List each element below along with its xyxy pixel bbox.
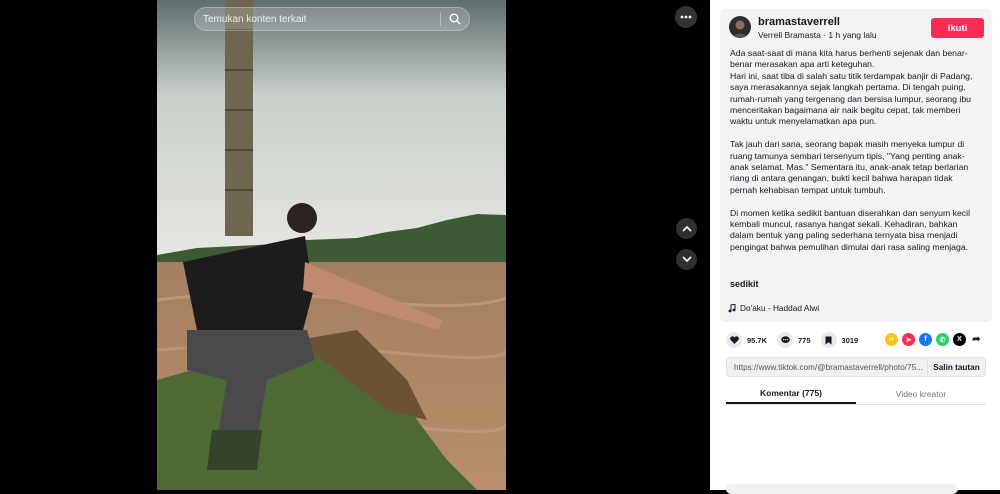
embed-icon[interactable]: ‹› <box>885 333 898 346</box>
heart-icon <box>729 336 739 344</box>
comment-count: 775 <box>798 335 811 345</box>
post-detail-panel: bramastaverrell Verrell Bramasta · 1 h y… <box>710 0 1000 490</box>
chevron-up-icon <box>681 225 692 232</box>
post-caption: Ada saat-saat di mana kita harus berhent… <box>730 48 988 265</box>
post-url[interactable]: https://www.tiktok.com/@bramastaverrell/… <box>727 363 927 372</box>
search-icon <box>449 13 461 25</box>
copy-link-button[interactable]: Salin tautan <box>927 357 985 377</box>
copy-link-box: https://www.tiktok.com/@bramastaverrell/… <box>726 357 986 377</box>
next-post-button[interactable] <box>676 249 697 270</box>
search-button[interactable] <box>441 7 469 31</box>
related-search-bar <box>194 7 470 31</box>
comment-icon <box>780 336 790 343</box>
caption-paragraph: Di momen ketika sedikit bantuan diserahk… <box>730 207 970 252</box>
facebook-icon[interactable]: f <box>919 333 932 346</box>
like-count: 95.7K <box>747 335 768 345</box>
display-name: Verrell Bramasta <box>758 30 821 40</box>
music-link[interactable]: Do'aku - Haddad Alwi <box>728 303 819 313</box>
send-to-friends-icon[interactable]: ➤ <box>902 333 915 346</box>
comment-tabs: Komentar (775) Video kreator <box>726 383 986 405</box>
follow-button[interactable]: Ikuti <box>931 18 984 38</box>
bookmark-icon <box>825 336 832 344</box>
tab-comments[interactable]: Komentar (775) <box>726 383 856 404</box>
more-options-button[interactable] <box>675 6 697 28</box>
share-arrow-icon[interactable]: ➦ <box>970 333 983 346</box>
post-photo[interactable] <box>157 0 506 490</box>
x-twitter-icon[interactable]: X <box>953 333 966 346</box>
previous-post-button[interactable] <box>676 218 697 239</box>
music-title: Do'aku - Haddad Alwi <box>740 303 820 313</box>
username[interactable]: bramastaverrell <box>758 16 840 28</box>
bookmark-button[interactable]: 3019 <box>820 332 859 348</box>
chevron-down-icon <box>681 256 692 263</box>
like-button[interactable]: 95.7K <box>726 332 767 348</box>
related-search-input[interactable] <box>195 13 440 25</box>
avatar[interactable] <box>729 16 751 38</box>
engagement-stats: 95.7K 775 3019 <box>726 332 868 348</box>
post-time: 1 h yang lalu <box>828 30 877 40</box>
share-icons: ‹› ➤ f ✆ X ➦ <box>885 333 983 346</box>
media-stage <box>0 0 710 490</box>
music-note-icon <box>728 303 736 312</box>
more-dots-icon <box>680 15 692 19</box>
comment-button[interactable]: 775 <box>777 332 811 348</box>
bookmark-count: 3019 <box>841 335 859 345</box>
comment-input-bar[interactable] <box>726 484 958 494</box>
see-less-link[interactable]: sedikit <box>730 279 759 289</box>
flood-scene-image <box>157 0 506 490</box>
tab-creator-videos[interactable]: Video kreator <box>856 383 986 404</box>
user-avatar-icon <box>732 20 748 38</box>
caption-paragraph: Ada saat-saat di mana kita harus berhent… <box>730 48 973 127</box>
user-subtitle: Verrell Bramasta · 1 h yang lalu <box>758 30 877 40</box>
caption-paragraph: Tak jauh dari sana, seorang bapak masih … <box>730 139 969 195</box>
whatsapp-icon[interactable]: ✆ <box>936 333 949 346</box>
